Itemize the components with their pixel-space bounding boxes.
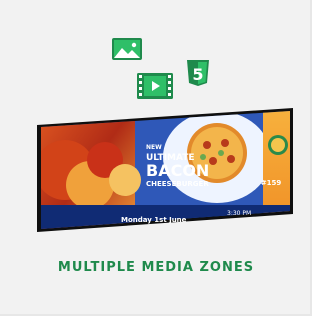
promo-price: #159 <box>261 179 282 187</box>
promo-time: 3:30 PM <box>227 210 251 217</box>
promo-line2: BACON <box>146 161 209 180</box>
promo-line3: CHEESEBURGER <box>146 180 209 188</box>
stretched-display: NEW ULTIMATE BACON CHEESEBURGER #159 Mon… <box>35 105 295 245</box>
promo-badge: NEW <box>146 144 162 151</box>
video-icon <box>137 73 173 99</box>
html5-icon-label: 5 <box>192 65 203 84</box>
html5-icon: 5 <box>185 59 211 87</box>
promo-date: Monday 1st June <box>121 216 187 224</box>
media-zones-tile: 5 NEW ULTIMATE BACON CHEESEBURGER #159 M… <box>0 0 312 316</box>
tile-caption: MULTIPLE MEDIA ZONES <box>57 260 255 275</box>
image-icon <box>112 38 142 60</box>
